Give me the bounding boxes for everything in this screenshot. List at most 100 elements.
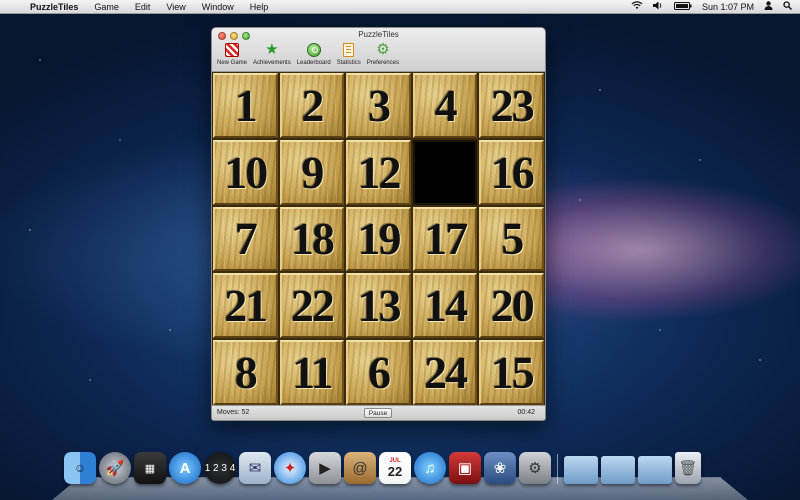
- moves-label: Moves:: [217, 409, 240, 416]
- facetime-icon[interactable]: ▶: [309, 452, 341, 484]
- puzzle-tile[interactable]: 23: [479, 73, 544, 138]
- wifi-icon[interactable]: [631, 0, 643, 14]
- address-book-icon[interactable]: @: [344, 452, 376, 484]
- menu-edit[interactable]: Edit: [127, 0, 159, 14]
- puzzle-tile[interactable]: 20: [479, 273, 544, 339]
- user-icon[interactable]: [764, 0, 773, 14]
- puzzle-tile[interactable]: 12: [346, 139, 411, 205]
- new-game-icon: [224, 42, 240, 58]
- mission-control-icon[interactable]: ▦: [134, 452, 166, 484]
- menu-view[interactable]: View: [158, 0, 193, 14]
- tile-number: 18: [290, 213, 335, 265]
- puzzle-tile[interactable]: 7: [213, 206, 278, 272]
- puzzle-tile[interactable]: 15: [479, 340, 544, 405]
- tile-number: 9: [301, 146, 324, 198]
- tile-number: 8: [234, 347, 258, 399]
- menu-help[interactable]: Help: [242, 0, 277, 14]
- menu-bar: PuzzleTiles Game Edit View Window Help S…: [0, 0, 800, 14]
- puzzle-tile[interactable]: 9: [279, 139, 345, 205]
- tile-number: 11: [292, 347, 333, 399]
- safari-icon[interactable]: ✦: [274, 452, 306, 484]
- statistics-icon: [341, 42, 357, 58]
- puzzle-tile[interactable]: 6: [346, 340, 411, 405]
- pause-button[interactable]: Pause: [364, 408, 392, 418]
- puzzle-tile[interactable]: 5: [479, 206, 544, 272]
- tile-number: 4: [434, 79, 458, 131]
- puzzle-tile[interactable]: 13: [346, 273, 411, 339]
- puzzle-tile[interactable]: 4: [412, 73, 478, 138]
- puzzle-tile[interactable]: 1: [213, 73, 278, 138]
- tile-number: 16: [490, 146, 535, 198]
- window-titlebar[interactable]: PuzzleTiles New Game ★ Achievements Lead…: [212, 28, 545, 72]
- statistics-label: Statistics: [336, 60, 361, 66]
- applications-folder-icon[interactable]: [564, 456, 598, 484]
- star-icon: ★: [265, 41, 279, 58]
- ical-icon[interactable]: JUL 22: [379, 452, 411, 484]
- tile-number: 10: [224, 146, 268, 198]
- statistics-button[interactable]: Statistics: [336, 42, 362, 66]
- puzzle-tile[interactable]: 16: [479, 139, 544, 205]
- preferences-button[interactable]: ⚙ Preferences: [366, 41, 400, 67]
- menu-window[interactable]: Window: [194, 0, 242, 14]
- puzzle-board: 1 2 3 4 23 10 9 12 16 7 18 19 17 5 21 22 13 14 20 8 11 6 24 15: [212, 72, 545, 406]
- iphoto-icon[interactable]: ❀: [484, 452, 516, 484]
- tile-number: 15: [490, 347, 535, 399]
- spotlight-search-icon[interactable]: [783, 0, 793, 14]
- ical-date: 22: [387, 463, 403, 479]
- documents-folder-icon[interactable]: [601, 456, 635, 484]
- menu-clock[interactable]: Sun 1:07 PM: [702, 2, 754, 12]
- tile-number: 5: [501, 213, 524, 265]
- itunes-icon[interactable]: ♫: [414, 452, 446, 484]
- gear-icon: ⚙: [376, 41, 390, 58]
- dock-separator: [557, 454, 558, 484]
- puzzle-tile[interactable]: 24: [412, 340, 478, 405]
- battery-icon[interactable]: [673, 0, 692, 14]
- moves-counter: Moves: 52: [217, 409, 249, 416]
- timer: 00:42: [517, 409, 535, 416]
- puzzle-tile[interactable]: 2: [279, 73, 345, 138]
- photo-booth-icon[interactable]: ▣: [449, 452, 481, 484]
- tile-number: 19: [357, 213, 401, 265]
- toolbar: New Game ★ Achievements Leaderboard Stat…: [216, 41, 400, 67]
- tile-number: 12: [357, 146, 401, 198]
- leaderboard-button[interactable]: Leaderboard: [296, 42, 332, 66]
- achievements-button[interactable]: ★ Achievements: [252, 41, 292, 67]
- tile-number: 2: [301, 79, 324, 131]
- app-store-icon[interactable]: A: [169, 452, 201, 484]
- puzzle-tile[interactable]: 18: [279, 206, 345, 272]
- tile-number: 23: [490, 79, 535, 131]
- new-game-button[interactable]: New Game: [216, 42, 248, 66]
- window-title: PuzzleTiles: [358, 30, 399, 39]
- volume-icon[interactable]: [652, 0, 664, 14]
- menu-extras: Sun 1:07 PM: [631, 0, 800, 14]
- launchpad-icon[interactable]: 🚀: [99, 452, 131, 484]
- dock: ☺ 🚀 ▦ A 1 2 3 4 ✉ ✦ ▶ @ JUL 22 ♫ ▣ ❀ ⚙ 🗑: [64, 452, 701, 484]
- puzzle-tile[interactable]: 22: [279, 273, 345, 339]
- puzzle-tile[interactable]: 17: [412, 206, 478, 272]
- tile-number: 7: [234, 213, 258, 265]
- menu-game[interactable]: Game: [86, 0, 127, 14]
- dashboard-icon[interactable]: 1 2 3 4: [204, 452, 236, 484]
- leaderboard-icon: [306, 42, 322, 58]
- trash-icon[interactable]: 🗑: [675, 452, 701, 484]
- puzzle-tile[interactable]: 21: [213, 273, 278, 339]
- puzzle-tile[interactable]: 14: [412, 273, 478, 339]
- empty-tile-slot[interactable]: [412, 139, 478, 205]
- tile-number: 13: [357, 280, 401, 332]
- leaderboard-label: Leaderboard: [296, 60, 331, 66]
- status-bar: Moves: 52 Pause 00:42: [212, 405, 545, 420]
- puzzle-tile[interactable]: 3: [346, 73, 411, 138]
- puzzle-tile[interactable]: 11: [279, 340, 345, 405]
- system-preferences-icon[interactable]: ⚙: [519, 452, 551, 484]
- puzzle-tile[interactable]: 19: [346, 206, 411, 272]
- tile-number: 20: [490, 280, 535, 332]
- mail-icon[interactable]: ✉: [239, 452, 271, 484]
- puzzletiles-window: PuzzleTiles New Game ★ Achievements Lead…: [211, 27, 546, 421]
- puzzle-tile[interactable]: 10: [213, 139, 278, 205]
- menu-app-name[interactable]: PuzzleTiles: [22, 0, 86, 14]
- tile-number: 3: [367, 79, 391, 131]
- downloads-folder-icon[interactable]: [638, 456, 672, 484]
- finder-icon[interactable]: ☺: [64, 452, 96, 484]
- tile-number: 17: [424, 213, 468, 265]
- puzzle-tile[interactable]: 8: [213, 340, 278, 405]
